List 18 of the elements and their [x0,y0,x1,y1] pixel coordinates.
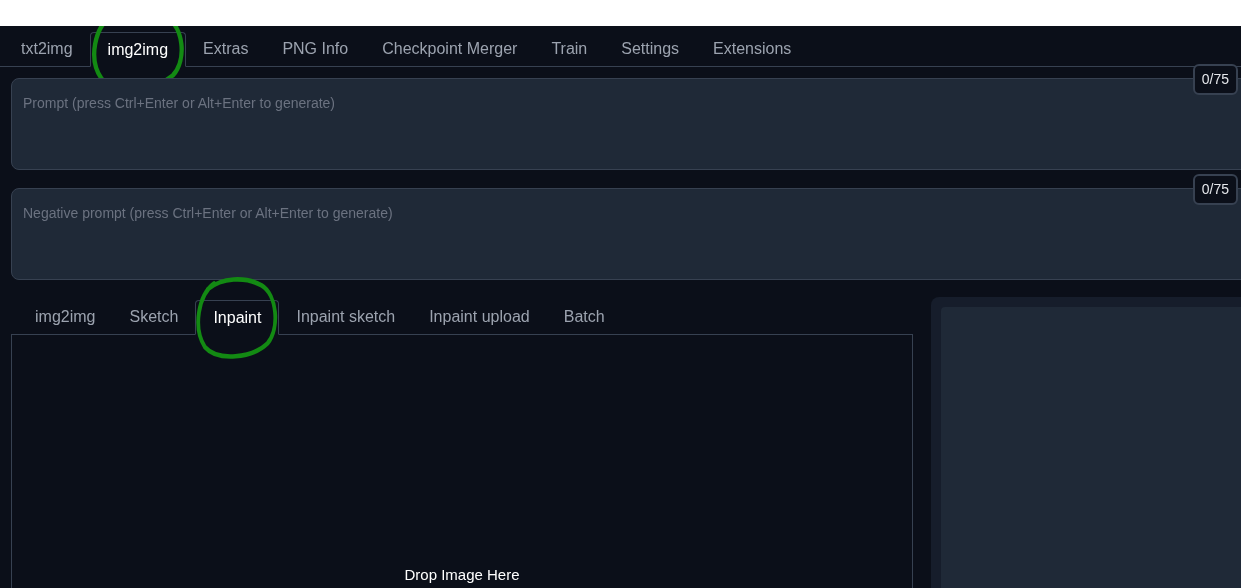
tab[interactable]: img2img [18,299,113,334]
tab[interactable]: Inpaint upload [412,299,547,334]
tab[interactable]: Sketch [112,299,196,334]
tab[interactable]: Train [534,31,605,66]
tab[interactable]: Inpaint [195,300,280,335]
tab[interactable]: Checkpoint Merger [365,31,535,66]
tab[interactable]: PNG Info [265,31,366,66]
tab[interactable]: Inpaint sketch [279,299,413,334]
tab[interactable]: Extras [186,31,266,66]
tab[interactable]: txt2img [4,31,90,66]
token-counter: 0/75 [1192,174,1238,205]
image-drop-area[interactable]: Drop Image Here [11,334,913,588]
tab[interactable]: Settings [604,31,697,66]
tab[interactable]: img2img [89,32,187,67]
drop-label: Drop Image Here [404,566,520,584]
token-counter: 0/75 [1192,64,1238,95]
tab[interactable]: Batch [546,299,622,334]
tab[interactable]: Extensions [696,31,809,66]
